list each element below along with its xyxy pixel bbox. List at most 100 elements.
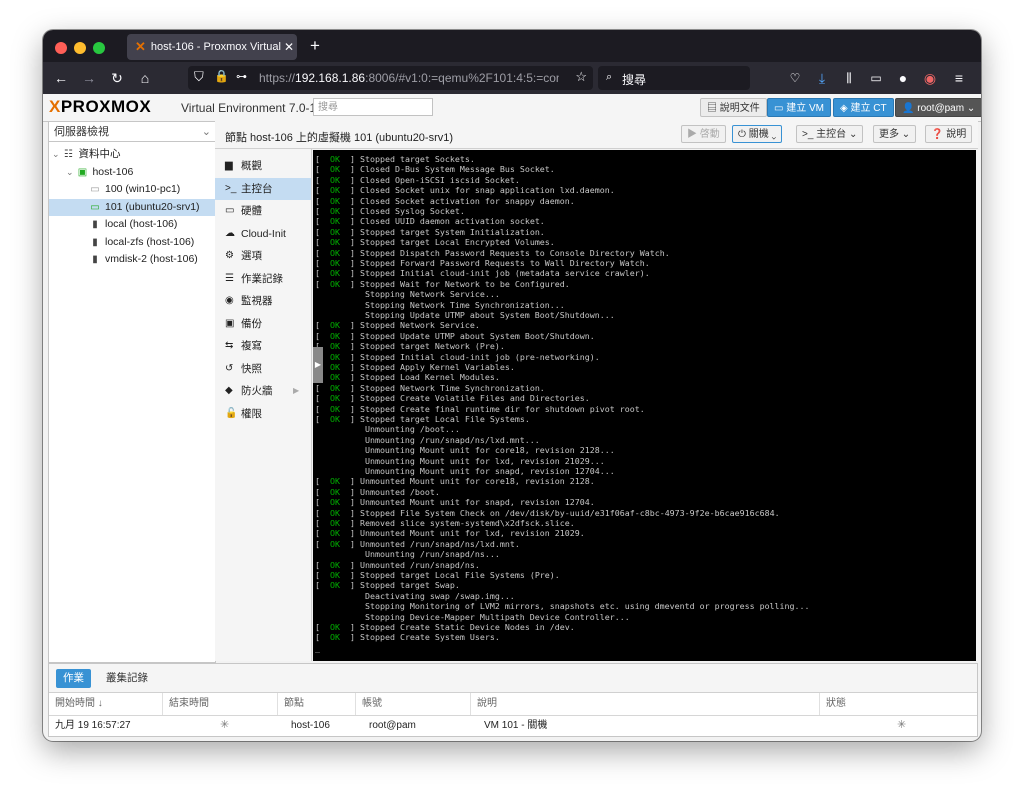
tree-node-storage-local-zfs[interactable]: ▮ local-zfs (host-106) bbox=[49, 234, 215, 252]
library-icon[interactable]: ⫼ bbox=[839, 68, 859, 88]
console-line: Stopping Device-Mapper Multipath Device … bbox=[364, 611, 630, 622]
column-header-node[interactable]: 節點 bbox=[278, 693, 356, 715]
browser-tab-title: host-106 - Proxmox Virtual Envi bbox=[150, 41, 281, 53]
url-bar[interactable]: ⛉ 🔒 ⊶ https://192.168.1.86:8006/#v1:0:=q… bbox=[188, 66, 593, 90]
vnc-console[interactable]: [ OK ] Stopped target Sockets. [ OK ] Clo… bbox=[313, 150, 976, 661]
tree-node-host[interactable]: ⌄ ▣ host-106 bbox=[49, 164, 215, 182]
console-line: [ OK ] Stopped target Sockets. bbox=[315, 154, 475, 164]
console-button[interactable]: >_ 主控台 ⌄ bbox=[796, 125, 864, 143]
nav-options[interactable]: ⚙ 選項 bbox=[215, 245, 311, 268]
nav-replication[interactable]: ⇆ 複寫 bbox=[215, 335, 311, 358]
column-header-start[interactable]: 開始時間 ↓ bbox=[49, 693, 163, 715]
gear-icon: ⚙ bbox=[225, 250, 234, 261]
create-vm-button[interactable]: ▭ 建立 VM bbox=[767, 98, 832, 117]
column-header-user[interactable]: 帳號 bbox=[356, 693, 471, 715]
tree-node-storage-vmdisk-2[interactable]: ▮ vmdisk-2 (host-106) bbox=[49, 251, 215, 269]
console-line: [ OK ] Stopped Network Time Synchronizat… bbox=[315, 382, 545, 393]
list-icon: ☰ bbox=[225, 272, 234, 284]
home-icon[interactable]: ⌂ bbox=[135, 68, 155, 88]
content-toolbar: 節點 host-106 上的虛擬機 101 (ubuntu20-srv1) ▶ … bbox=[215, 121, 978, 149]
create-ct-button[interactable]: ◈ 建立 CT bbox=[833, 98, 894, 117]
nav-monitor[interactable]: ◉ 監視器 bbox=[215, 290, 311, 313]
console-line: [ OK ] Stopped target System Initializat… bbox=[315, 226, 545, 237]
chevron-down-icon: ⌄ bbox=[964, 103, 976, 114]
console-line: [ OK ] Stopped Wait for Network to be Co… bbox=[315, 278, 570, 289]
retweet-icon: ⇆ bbox=[225, 340, 234, 351]
console-line: [ OK ] Stopped Create Static Device Node… bbox=[315, 622, 575, 632]
server-stack-icon: ☷ bbox=[63, 149, 73, 160]
downloads-icon[interactable]: ⤓ bbox=[812, 68, 832, 88]
account-icon[interactable]: ● bbox=[893, 68, 913, 88]
nav-console[interactable]: >_ 主控台 bbox=[215, 177, 311, 200]
tree-node-vm-101[interactable]: ▭ 101 (ubuntu20-srv1) bbox=[49, 198, 215, 216]
nav-snapshots[interactable]: ↺ 快照 bbox=[215, 358, 311, 381]
tab-tasks[interactable]: 作業 bbox=[56, 669, 91, 688]
bookmark-star-icon[interactable]: ☆ bbox=[575, 69, 587, 85]
forward-icon[interactable]: → bbox=[79, 68, 99, 88]
collapse-arrow-icon[interactable]: ⌄ bbox=[66, 167, 74, 177]
task-user: root@pam bbox=[369, 720, 416, 731]
nav-summary[interactable]: ▆ 概觀 bbox=[215, 155, 311, 178]
column-header-status[interactable]: 狀態 bbox=[820, 693, 977, 715]
nav-firewall[interactable]: ◆ 防火牆 ▶ bbox=[215, 380, 311, 403]
tree-node-datacenter[interactable]: ⌄ ☷ 資料中心 bbox=[49, 146, 215, 164]
close-window-button[interactable] bbox=[55, 42, 67, 54]
start-button[interactable]: ▶ 啓動 bbox=[681, 125, 726, 143]
search-icon: ⌕ bbox=[606, 71, 613, 83]
pve-search-input[interactable]: 搜尋 bbox=[313, 98, 433, 116]
task-description: VM 101 - 關機 bbox=[484, 720, 548, 731]
view-selector[interactable]: 伺服器檢視 ⌄ bbox=[49, 122, 215, 142]
pocket-icon[interactable]: ♡ bbox=[785, 68, 805, 88]
proxmox-logo: XPROXMOX bbox=[49, 97, 152, 116]
extension-icon[interactable]: ◉ bbox=[920, 68, 940, 88]
chevron-down-icon[interactable]: ⌄ bbox=[846, 129, 857, 140]
collapse-arrow-icon[interactable]: ⌄ bbox=[52, 149, 60, 159]
shield-icon[interactable]: ⛉ bbox=[194, 69, 204, 85]
user-menu-button[interactable]: 👤 root@pam ⌄ bbox=[895, 98, 981, 117]
tab-cluster-log[interactable]: 叢集記錄 bbox=[99, 669, 155, 688]
back-icon[interactable]: ← bbox=[51, 68, 71, 88]
nav-permissions[interactable]: 🔓 權限 bbox=[215, 403, 311, 426]
task-log-panel: 作業 叢集記錄 開始時間 ↓ 結束時間 節點 帳號 說明 狀態 九月 19 16… bbox=[48, 663, 978, 737]
unlock-icon: 🔓 bbox=[225, 407, 238, 419]
nav-cloud-init[interactable]: ☁ Cloud-Init bbox=[215, 223, 311, 246]
console-line: Stopping Network Service... bbox=[364, 289, 500, 300]
column-header-end[interactable]: 結束時間 bbox=[163, 693, 278, 715]
new-tab-button[interactable]: + bbox=[305, 35, 325, 57]
console-sidebar-toggle[interactable]: ▶ bbox=[313, 347, 323, 383]
console-line: [ OK ] Closed Open-iSCSI iscsid Socket. bbox=[315, 174, 520, 185]
lock-warning-icon[interactable]: 🔒 bbox=[214, 69, 229, 83]
shutdown-button[interactable]: ⏻ 關機 ⌄ bbox=[732, 125, 783, 143]
vm-stopped-icon: ▭ bbox=[90, 184, 100, 195]
console-line: [ OK ] Stopped Forward Password Requests… bbox=[315, 258, 650, 268]
help-button[interactable]: ❓ 說明 bbox=[925, 125, 973, 143]
reload-icon[interactable]: ↻ bbox=[107, 68, 127, 88]
permissions-key-icon[interactable]: ⊶ bbox=[236, 70, 247, 83]
console-line: [ OK ] Closed UUID daemon activation soc… bbox=[315, 216, 545, 227]
chevron-down-icon[interactable]: ⌄ bbox=[769, 129, 776, 140]
console-line: Unmounting Mount unit for snapd, revisio… bbox=[364, 466, 615, 476]
browser-navbar: ← → ↻ ⌂ ⛉ 🔒 ⊶ https://192.168.1.86:8006/… bbox=[43, 62, 981, 94]
more-button[interactable]: 更多 ⌄ bbox=[873, 125, 917, 143]
minimize-window-button[interactable] bbox=[74, 42, 86, 54]
tree-node-storage-local[interactable]: ▮ local (host-106) bbox=[49, 216, 215, 234]
nav-backup[interactable]: ▣ 備份 bbox=[215, 313, 311, 336]
close-tab-icon[interactable]: ✕ bbox=[281, 40, 297, 54]
browser-tab[interactable]: ✕ host-106 - Proxmox Virtual Envi ✕ bbox=[127, 34, 297, 60]
expand-arrow-icon[interactable]: ▶ bbox=[293, 380, 299, 403]
console-line: [ OK ] Unmounted /boot. bbox=[315, 486, 440, 497]
docs-button[interactable]: ▤ 說明文件 bbox=[700, 98, 767, 117]
browser-search-bar[interactable]: ⌕ 搜尋 bbox=[598, 66, 750, 90]
vm-nav-panel: ▆ 概觀 >_ 主控台 ▭ 硬體 ☁ Cloud-Init ⚙ 選項 ☰ 作業記錄 ◉ 監視器… bbox=[215, 149, 312, 661]
column-header-description[interactable]: 說明 bbox=[471, 693, 820, 715]
browser-search-label: 搜尋 bbox=[622, 73, 647, 87]
console-line: [ OK ] Removed slice system-systemd\x2df… bbox=[315, 518, 575, 528]
table-row[interactable]: 九月 19 16:57:27 ✳ host-106 root@pam VM 10… bbox=[49, 716, 977, 735]
sidebar-icon[interactable]: ▭ bbox=[866, 68, 886, 88]
nav-task-history[interactable]: ☰ 作業記錄 bbox=[215, 268, 311, 291]
menu-icon[interactable]: ≡ bbox=[949, 68, 969, 88]
tree-node-vm-100[interactable]: ▭ 100 (win10-pc1) bbox=[49, 181, 215, 199]
nav-hardware[interactable]: ▭ 硬體 bbox=[215, 200, 311, 223]
maximize-window-button[interactable] bbox=[93, 42, 105, 54]
breadcrumb: 節點 host-106 上的虛擬機 101 (ubuntu20-srv1) bbox=[225, 132, 454, 144]
